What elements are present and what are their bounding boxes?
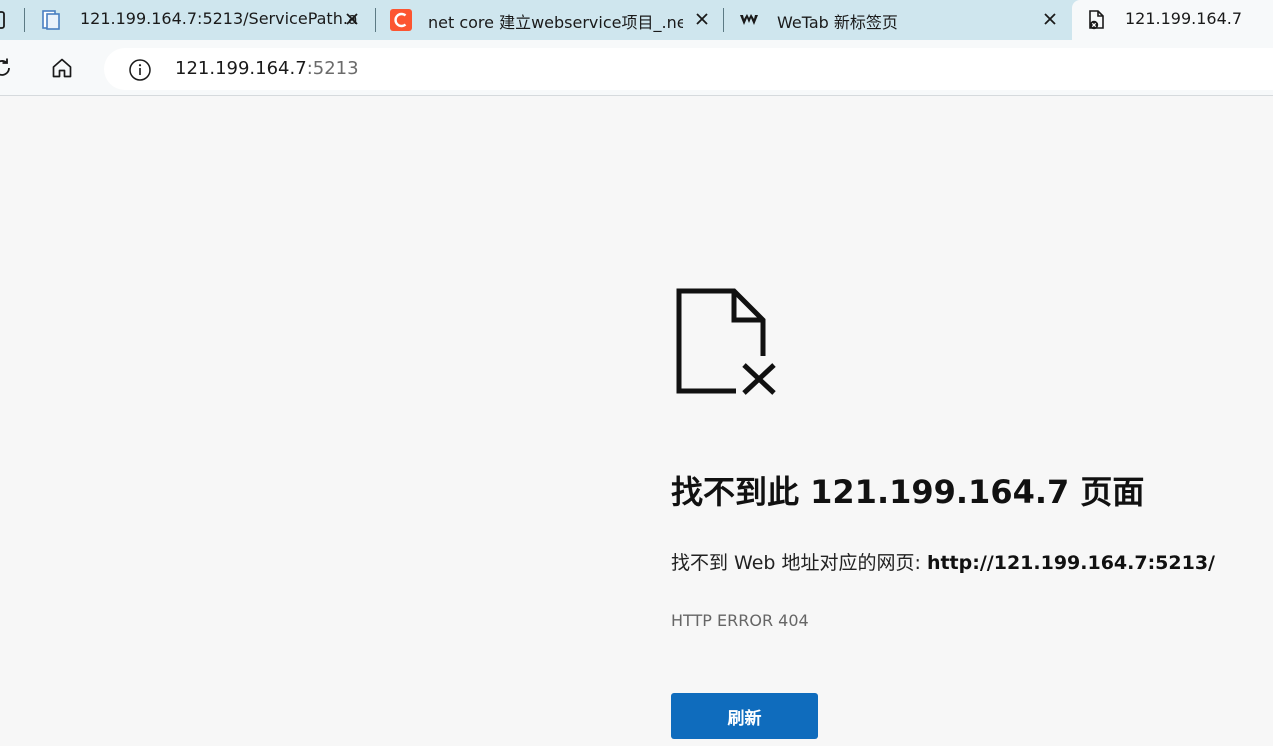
refresh-icon — [0, 58, 10, 76]
home-icon — [52, 58, 72, 78]
tab-title: WeTab 新标签页 — [777, 13, 898, 32]
close-icon — [346, 13, 358, 25]
tab-4-active[interactable]: 121.199.164.7 — [1072, 0, 1273, 40]
error-code: HTTP ERROR 404 — [671, 611, 809, 630]
file-error-icon — [1086, 9, 1108, 31]
toolbar: 121.199.164.7:5213 — [0, 40, 1273, 96]
info-icon — [129, 59, 151, 81]
tab-2[interactable]: net core 建立webservice项目_.ne — [378, 0, 690, 40]
wetab-logo-icon — [738, 9, 760, 31]
address-url[interactable]: 121.199.164.7:5213 — [175, 58, 359, 79]
tab-separator — [24, 8, 25, 32]
tab-title: net core 建立webservice项目_.ne — [428, 13, 683, 32]
tab-title: 121.199.164.7 — [1125, 9, 1243, 28]
partial-tab-icon[interactable] — [0, 9, 10, 31]
refresh-button[interactable] — [0, 52, 18, 84]
close-icon — [1044, 13, 1056, 25]
tab-close-button[interactable] — [342, 9, 362, 29]
tab-3[interactable]: WeTab 新标签页 — [726, 0, 1056, 40]
tab-separator — [723, 8, 724, 32]
site-info-button[interactable] — [128, 58, 152, 82]
error-description: 找不到 Web 地址对应的网页: http://121.199.164.7:52… — [671, 548, 1215, 575]
home-button[interactable] — [46, 52, 78, 84]
tab-1[interactable]: 121.199.164.7:5213/ServicePath.a — [28, 0, 368, 40]
csdn-c-icon — [390, 9, 412, 31]
tab-title: 121.199.164.7:5213/ServicePath.a — [80, 9, 358, 28]
refresh-page-button[interactable]: 刷新 — [671, 693, 818, 739]
url-host: 121.199.164.7 — [175, 58, 307, 79]
tab-close-button[interactable] — [1040, 9, 1060, 29]
error-title: 找不到此 121.199.164.7 页面 — [671, 473, 1145, 511]
close-icon — [696, 13, 708, 25]
tab-close-button[interactable] — [692, 9, 712, 29]
tab-separator — [375, 8, 376, 32]
error-page: 找不到此 121.199.164.7 页面 找不到 Web 地址对应的网页: h… — [0, 97, 1273, 746]
document-pages-icon — [40, 9, 62, 31]
page-not-found-icon — [676, 288, 776, 396]
error-description-text: 找不到 Web 地址对应的网页: — [671, 552, 927, 574]
error-url: http://121.199.164.7:5213/ — [926, 552, 1215, 574]
address-bar[interactable]: 121.199.164.7:5213 — [104, 48, 1273, 90]
url-port: :5213 — [306, 58, 359, 79]
tab-strip: 121.199.164.7:5213/ServicePath.a net cor… — [0, 0, 1273, 40]
